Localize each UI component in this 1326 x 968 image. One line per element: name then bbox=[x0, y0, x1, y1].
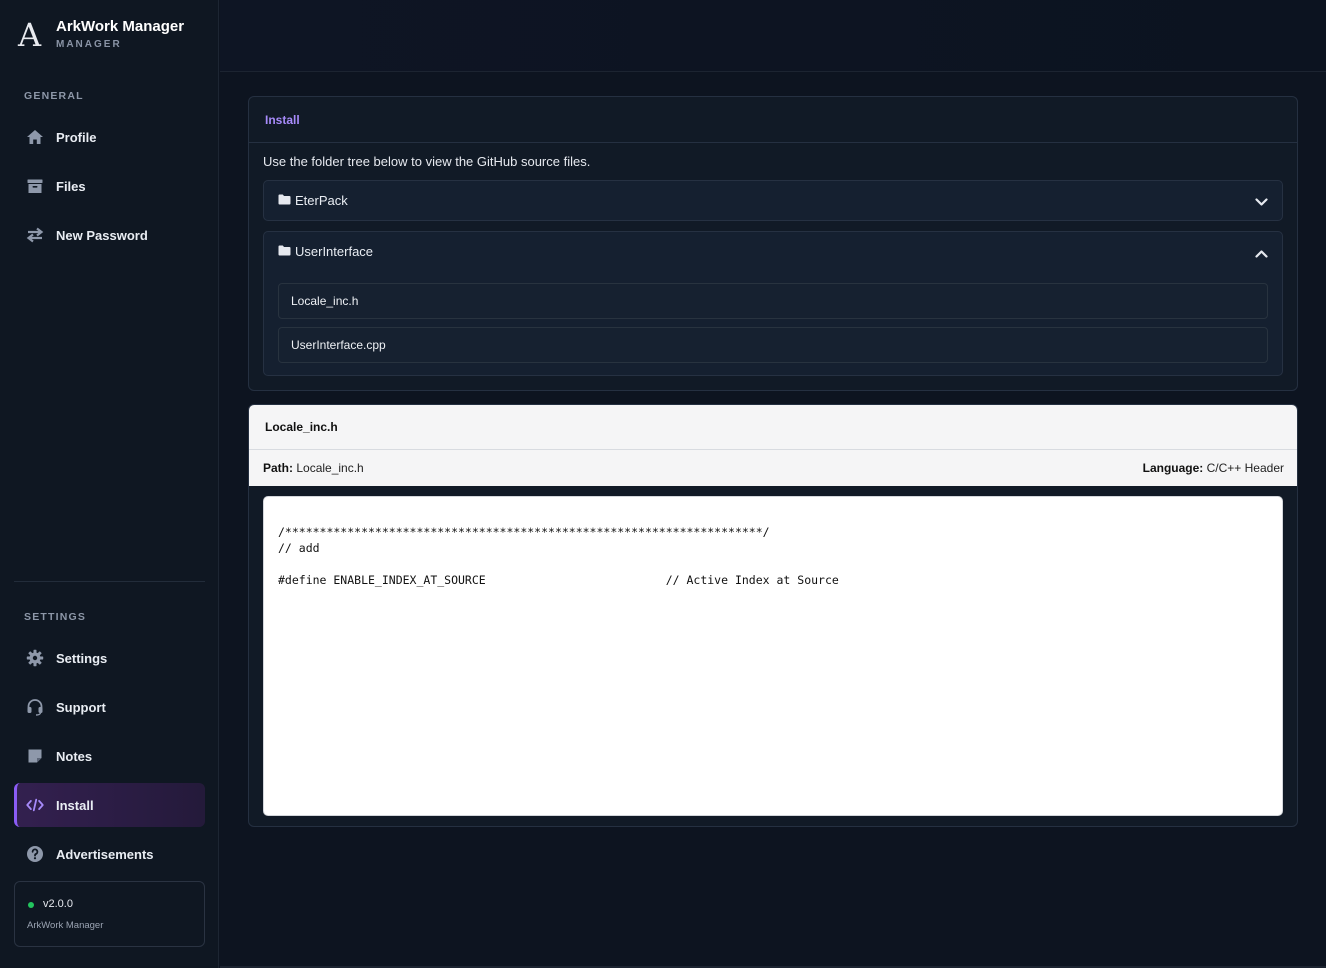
swap-arrows-icon bbox=[26, 226, 44, 244]
section-label-settings: SETTINGS bbox=[24, 611, 87, 623]
install-panel: Install Use the folder tree below to vie… bbox=[248, 96, 1298, 391]
chevron-down-icon[interactable] bbox=[1255, 194, 1268, 212]
brand-logo: A bbox=[18, 16, 42, 54]
folder-eterpack[interactable]: EterPack bbox=[263, 180, 1283, 221]
sidebar-item-new-password[interactable]: New Password bbox=[14, 213, 205, 257]
gear-icon bbox=[26, 649, 44, 667]
code-icon bbox=[26, 796, 44, 814]
file-path: Path: Locale_inc.h bbox=[263, 461, 364, 475]
chevron-up-icon[interactable] bbox=[1255, 245, 1268, 263]
sidebar-item-label: New Password bbox=[56, 227, 148, 243]
folder-name: EterPack bbox=[295, 193, 348, 208]
sidebar-item-profile[interactable]: Profile bbox=[14, 115, 205, 159]
viewer-title: Locale_inc.h bbox=[265, 420, 338, 434]
sidebar-divider bbox=[14, 581, 205, 582]
sidebar-item-install[interactable]: Install bbox=[14, 783, 205, 827]
sidebar-item-label: Notes bbox=[56, 748, 93, 764]
folder-header[interactable]: EterPack bbox=[264, 181, 1282, 220]
folder-userinterface[interactable]: UserInterface Locale_inc.h UserInterface… bbox=[263, 231, 1283, 376]
version-app-name: ArkWork Manager bbox=[27, 920, 104, 931]
sidebar-item-label: Advertisements bbox=[56, 846, 154, 862]
path-label: Path: bbox=[263, 461, 293, 475]
folder-name: UserInterface bbox=[295, 244, 374, 259]
sidebar-item-label: Files bbox=[56, 178, 86, 194]
home-icon bbox=[26, 128, 44, 146]
sidebar-item-label: Settings bbox=[56, 650, 108, 666]
code-content: /***************************************… bbox=[278, 525, 839, 587]
brand-subtitle: MANAGER bbox=[56, 39, 122, 50]
headset-icon bbox=[26, 698, 44, 716]
brand-title: ArkWork Manager bbox=[56, 18, 185, 35]
sidebar: A ArkWork Manager MANAGER GENERAL Profil… bbox=[0, 0, 219, 968]
top-bar bbox=[220, 0, 1326, 72]
file-item-userinterface-cpp[interactable]: UserInterface.cpp bbox=[278, 327, 1268, 363]
sidebar-item-label: Install bbox=[56, 797, 94, 813]
file-language: Language: C/C++ Header bbox=[1143, 461, 1284, 475]
sidebar-item-label: Support bbox=[56, 699, 106, 715]
file-item-locale-inc-h[interactable]: Locale_inc.h bbox=[278, 283, 1268, 319]
archive-icon bbox=[26, 177, 44, 195]
main-content: Install Use the folder tree below to vie… bbox=[220, 0, 1326, 968]
language-value: C/C++ Header bbox=[1206, 461, 1284, 475]
section-label-general: GENERAL bbox=[24, 90, 84, 102]
status-dot bbox=[28, 902, 34, 908]
version-card: v2.0.0 ArkWork Manager bbox=[14, 881, 205, 947]
folder-header[interactable]: UserInterface bbox=[264, 232, 1282, 271]
sidebar-item-notes[interactable]: Notes bbox=[14, 734, 205, 778]
panel-header: Install bbox=[249, 97, 1297, 143]
folder-icon bbox=[278, 192, 291, 210]
file-name: Locale_inc.h bbox=[291, 294, 359, 308]
sticky-note-icon bbox=[26, 747, 44, 765]
viewer-meta: Path: Locale_inc.h Language: C/C++ Heade… bbox=[249, 450, 1297, 486]
path-value: Locale_inc.h bbox=[296, 461, 364, 475]
sidebar-item-settings[interactable]: Settings bbox=[14, 636, 205, 680]
viewer-header: Locale_inc.h bbox=[249, 405, 1297, 450]
file-name: UserInterface.cpp bbox=[291, 338, 386, 352]
sidebar-item-support[interactable]: Support bbox=[14, 685, 205, 729]
question-circle-icon bbox=[26, 845, 44, 863]
language-label: Language: bbox=[1142, 461, 1204, 475]
sidebar-item-advertisements[interactable]: Advertisements bbox=[14, 832, 205, 876]
folder-icon bbox=[278, 243, 291, 261]
panel-description: Use the folder tree below to view the Gi… bbox=[263, 154, 591, 169]
version-number: v2.0.0 bbox=[43, 898, 73, 910]
sidebar-item-label: Profile bbox=[56, 129, 97, 145]
sidebar-item-files[interactable]: Files bbox=[14, 164, 205, 208]
code-block[interactable]: /***************************************… bbox=[263, 496, 1283, 816]
panel-title: Install bbox=[265, 112, 300, 127]
brand[interactable]: A ArkWork Manager MANAGER bbox=[18, 18, 184, 51]
file-viewer: Locale_inc.h Path: Locale_inc.h Language… bbox=[248, 404, 1298, 827]
